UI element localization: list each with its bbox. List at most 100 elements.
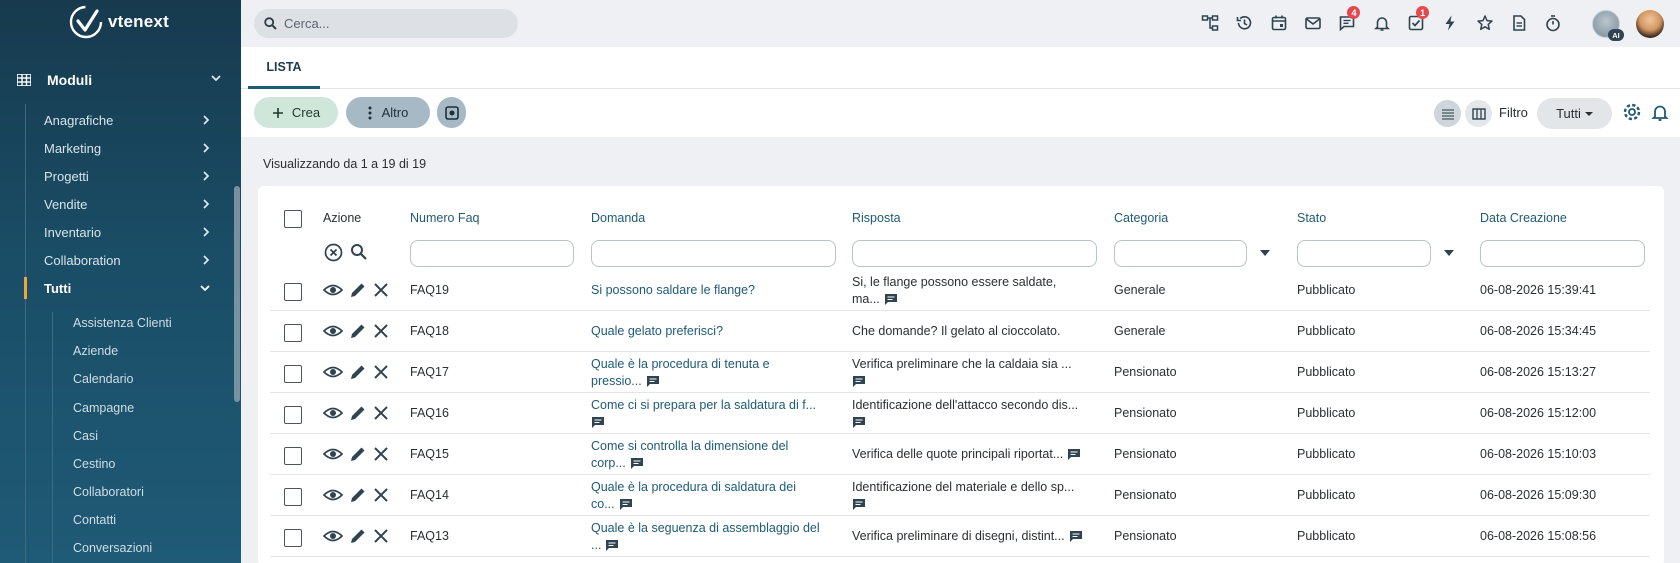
faq-question-continued[interactable]: ...	[591, 538, 601, 552]
logo[interactable]: vtenext	[68, 4, 169, 40]
edit-icon[interactable]	[349, 281, 367, 299]
tab-lista[interactable]: LISTA	[248, 47, 320, 89]
faq-question-link[interactable]: Si possono saldare le flange?	[591, 282, 755, 299]
delete-icon[interactable]	[373, 322, 389, 340]
modules-toggle[interactable]: Moduli	[17, 68, 223, 92]
comment-icon[interactable]	[646, 375, 660, 388]
history-button[interactable]	[1227, 11, 1261, 35]
select-all-checkbox[interactable]	[284, 210, 302, 228]
search-input[interactable]	[284, 16, 504, 31]
sidebar-subitem-cestino[interactable]: Cestino	[73, 453, 115, 475]
view-icon[interactable]	[323, 363, 343, 381]
messages-button[interactable]: 4	[1330, 6, 1364, 35]
edit-icon[interactable]	[349, 363, 367, 381]
faq-question-continued[interactable]: co...	[591, 497, 615, 511]
bell-icon[interactable]	[1650, 102, 1670, 122]
faq-question-link[interactable]: Come ci si prepara per la saldatura di f…	[591, 397, 836, 414]
sidebar-scrollbar[interactable]	[234, 186, 240, 402]
list-view-button[interactable]	[1434, 100, 1461, 127]
column-header-number[interactable]: Numero Faq	[410, 211, 479, 225]
more-button[interactable]: Altro	[346, 97, 430, 128]
filter-question-input[interactable]	[591, 240, 836, 267]
row-checkbox[interactable]	[284, 488, 302, 506]
comment-icon[interactable]	[1067, 448, 1081, 461]
faq-question-link[interactable]: Quale è la procedura di tenuta e	[591, 356, 836, 373]
sidebar-subitem-collaboratori[interactable]: Collaboratori	[73, 481, 144, 503]
sidebar-item-tutti[interactable]: Tutti	[44, 276, 212, 300]
delete-icon[interactable]	[373, 281, 389, 299]
table-row[interactable]: FAQ14 Quale è la procedura di saldatura …	[270, 475, 1650, 516]
filter-answer-input[interactable]	[852, 240, 1097, 267]
faq-question-link[interactable]: Quale è la procedura di saldatura dei	[591, 479, 836, 496]
comment-icon[interactable]	[591, 416, 605, 429]
todo-button[interactable]: 1	[1399, 6, 1433, 35]
sidebar-subitem-campagne[interactable]: Campagne	[73, 397, 134, 419]
view-icon[interactable]	[323, 281, 343, 299]
row-checkbox[interactable]	[284, 365, 302, 383]
faq-question-link[interactable]: Quale gelato preferisci?	[591, 323, 723, 340]
sidebar-item-vendite[interactable]: Vendite	[44, 192, 212, 216]
view-icon[interactable]	[323, 322, 343, 340]
row-checkbox[interactable]	[284, 324, 302, 342]
comment-icon[interactable]	[852, 375, 866, 388]
delete-icon[interactable]	[373, 404, 389, 422]
comment-icon[interactable]	[605, 539, 619, 552]
mail-button[interactable]	[1296, 11, 1330, 35]
filter-number-input[interactable]	[410, 240, 574, 267]
sidebar-subitem-assistenza-clienti[interactable]: Assistenza Clienti	[73, 312, 172, 334]
edit-icon[interactable]	[349, 322, 367, 340]
filter-select[interactable]: Tutti	[1537, 98, 1612, 129]
sidebar-subitem-aziende[interactable]: Aziende	[73, 340, 118, 362]
column-view-button[interactable]	[1465, 100, 1492, 127]
filter-category-select[interactable]	[1114, 240, 1247, 267]
view-icon[interactable]	[323, 486, 343, 504]
sidebar-item-anagrafiche[interactable]: Anagrafiche	[44, 108, 212, 132]
view-icon[interactable]	[323, 404, 343, 422]
sidebar-item-collaboration[interactable]: Collaboration	[44, 248, 212, 272]
sidebar-subitem-casi[interactable]: Casi	[73, 425, 98, 447]
sidebar-item-marketing[interactable]: Marketing	[44, 136, 212, 160]
comment-icon[interactable]	[619, 498, 633, 511]
delete-icon[interactable]	[373, 527, 389, 545]
column-header-status[interactable]: Stato	[1297, 211, 1326, 225]
edit-icon[interactable]	[349, 445, 367, 463]
comment-icon[interactable]	[630, 457, 644, 470]
comment-icon[interactable]	[852, 498, 866, 511]
favorites-button[interactable]	[1467, 11, 1501, 35]
caret-down-icon[interactable]	[1260, 250, 1270, 256]
comment-icon[interactable]	[884, 293, 898, 306]
edit-icon[interactable]	[349, 486, 367, 504]
row-checkbox[interactable]	[284, 283, 302, 301]
focus-button[interactable]	[437, 97, 466, 128]
column-header-created[interactable]: Data Creazione	[1480, 211, 1567, 225]
faq-question-link[interactable]: Quale è la seguenza di assemblaggio del	[591, 520, 836, 537]
search-icon[interactable]	[350, 243, 368, 261]
timer-button[interactable]	[1536, 11, 1570, 35]
edit-icon[interactable]	[349, 404, 367, 422]
sidebar-subitem-contatti[interactable]: Contatti	[73, 509, 116, 531]
column-header-answer[interactable]: Risposta	[852, 211, 901, 225]
row-checkbox[interactable]	[284, 406, 302, 424]
delete-icon[interactable]	[373, 445, 389, 463]
column-header-question[interactable]: Domanda	[591, 211, 645, 225]
documents-button[interactable]	[1502, 11, 1536, 35]
create-button[interactable]: Crea	[254, 97, 338, 128]
table-row[interactable]: FAQ18 Quale gelato preferisci? Che doman…	[270, 311, 1650, 352]
column-header-category[interactable]: Categoria	[1114, 211, 1168, 225]
notifications-button[interactable]	[1364, 11, 1398, 35]
faq-question-link[interactable]: Come si controlla la dimensione del	[591, 438, 836, 455]
filter-status-select[interactable]	[1297, 240, 1431, 267]
calendar-button[interactable]	[1262, 11, 1296, 35]
caret-down-icon[interactable]	[1444, 250, 1454, 256]
table-row[interactable]: FAQ15 Come si controlla la dimensione de…	[270, 434, 1650, 475]
row-checkbox[interactable]	[284, 529, 302, 547]
comment-icon[interactable]	[1069, 530, 1083, 543]
sidebar-subitem-conversazioni[interactable]: Conversazioni	[73, 537, 152, 559]
table-row[interactable]: FAQ16 Come ci si prepara per la saldatur…	[270, 393, 1650, 434]
clear-filter-icon[interactable]	[324, 243, 343, 262]
sidebar-item-inventario[interactable]: Inventario	[44, 220, 212, 244]
quick-actions-button[interactable]	[1433, 11, 1467, 35]
gear-icon[interactable]	[1622, 102, 1642, 122]
view-icon[interactable]	[323, 527, 343, 545]
user-avatar[interactable]	[1636, 10, 1664, 38]
